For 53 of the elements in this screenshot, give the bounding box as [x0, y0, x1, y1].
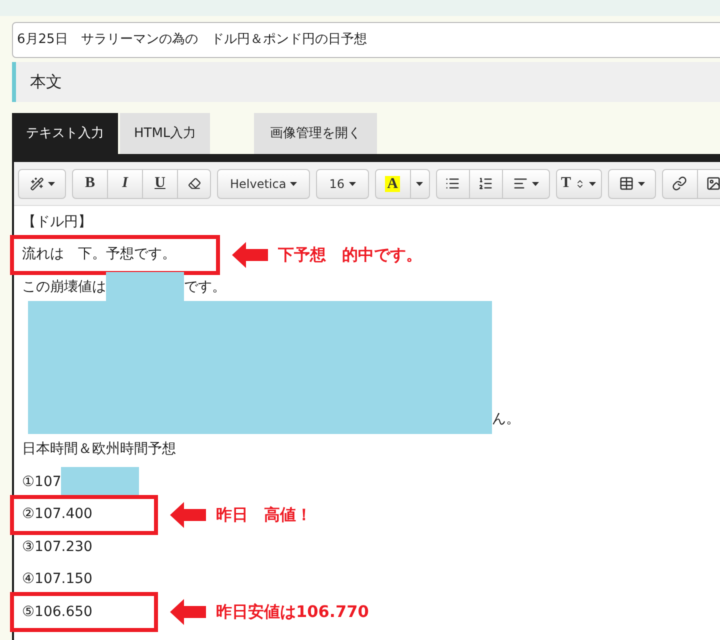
annotation-text: 下予想 的中です。: [278, 244, 422, 266]
caret-icon: [638, 182, 644, 186]
link-icon: [672, 176, 687, 191]
paragraph-text: ①107: [22, 472, 62, 492]
editor-tab[interactable]: HTML入力: [120, 113, 210, 154]
paragraph-text: ⑤106.650: [22, 602, 92, 622]
dropdown-button[interactable]: 16: [316, 168, 368, 198]
paragraph-text: この崩壊値は: [22, 278, 106, 297]
bullet-list-icon: [445, 176, 460, 191]
paragraph-text: 日本時間＆欧州時間予想: [22, 440, 176, 460]
image-icon: [706, 176, 720, 191]
title-field[interactable]: 6月25日 サラリーマンの為の ドル円＆ポンド円の日予想: [12, 22, 720, 58]
image-manager-button[interactable]: 画像管理を開く: [254, 113, 378, 154]
paragraph-text: 【ドル円】: [22, 212, 92, 232]
dropdown-button[interactable]: [410, 168, 430, 198]
text-size-button[interactable]: T: [556, 168, 602, 198]
caret-icon: [290, 182, 298, 186]
link-button[interactable]: [662, 168, 698, 198]
paragraph-text: ん。: [492, 410, 520, 428]
caret-icon: [589, 182, 596, 186]
paragraph-text: ②107.400: [22, 505, 92, 524]
align-icon: [512, 176, 528, 191]
magic-wand-icon: [30, 176, 44, 190]
magic-wand-button[interactable]: [18, 168, 66, 198]
bullet-list-button[interactable]: [436, 168, 470, 198]
table-icon: [618, 176, 634, 191]
paragraph-text: 流れは 下。予想です。: [22, 245, 176, 264]
section-title: 本文: [30, 71, 62, 93]
caret-icon: [532, 182, 538, 186]
editor-tab[interactable]: テキスト入力: [12, 113, 118, 154]
caret-icon: [416, 182, 423, 186]
paragraph-text: ③107.230: [22, 538, 92, 557]
table-button[interactable]: [608, 168, 656, 198]
numbered-list-button[interactable]: [468, 168, 502, 198]
eraser-button[interactable]: [177, 168, 211, 198]
dropdown-button[interactable]: Helvetica: [217, 168, 310, 198]
numbered-list-icon: [478, 176, 493, 191]
align-button[interactable]: [502, 168, 550, 198]
arrow-icon: [170, 599, 206, 626]
underline-button[interactable]: U: [142, 168, 178, 198]
annotation-text: 昨日 高値！: [216, 504, 312, 526]
annotation-text: 昨日安値は106.770: [216, 601, 369, 624]
highlight-color-button[interactable]: A: [374, 168, 410, 198]
paragraph-text: です。: [184, 278, 226, 297]
paragraph-text: ④107.150: [22, 570, 92, 590]
bold-button[interactable]: B: [72, 168, 108, 198]
italic-button[interactable]: I: [107, 168, 143, 198]
up-down-icon: [575, 178, 585, 188]
arrow-icon: [232, 242, 268, 268]
eraser-icon: [188, 177, 200, 190]
caret-icon: [48, 182, 54, 186]
arrow-icon: [170, 502, 206, 528]
caret-icon: [348, 182, 356, 186]
